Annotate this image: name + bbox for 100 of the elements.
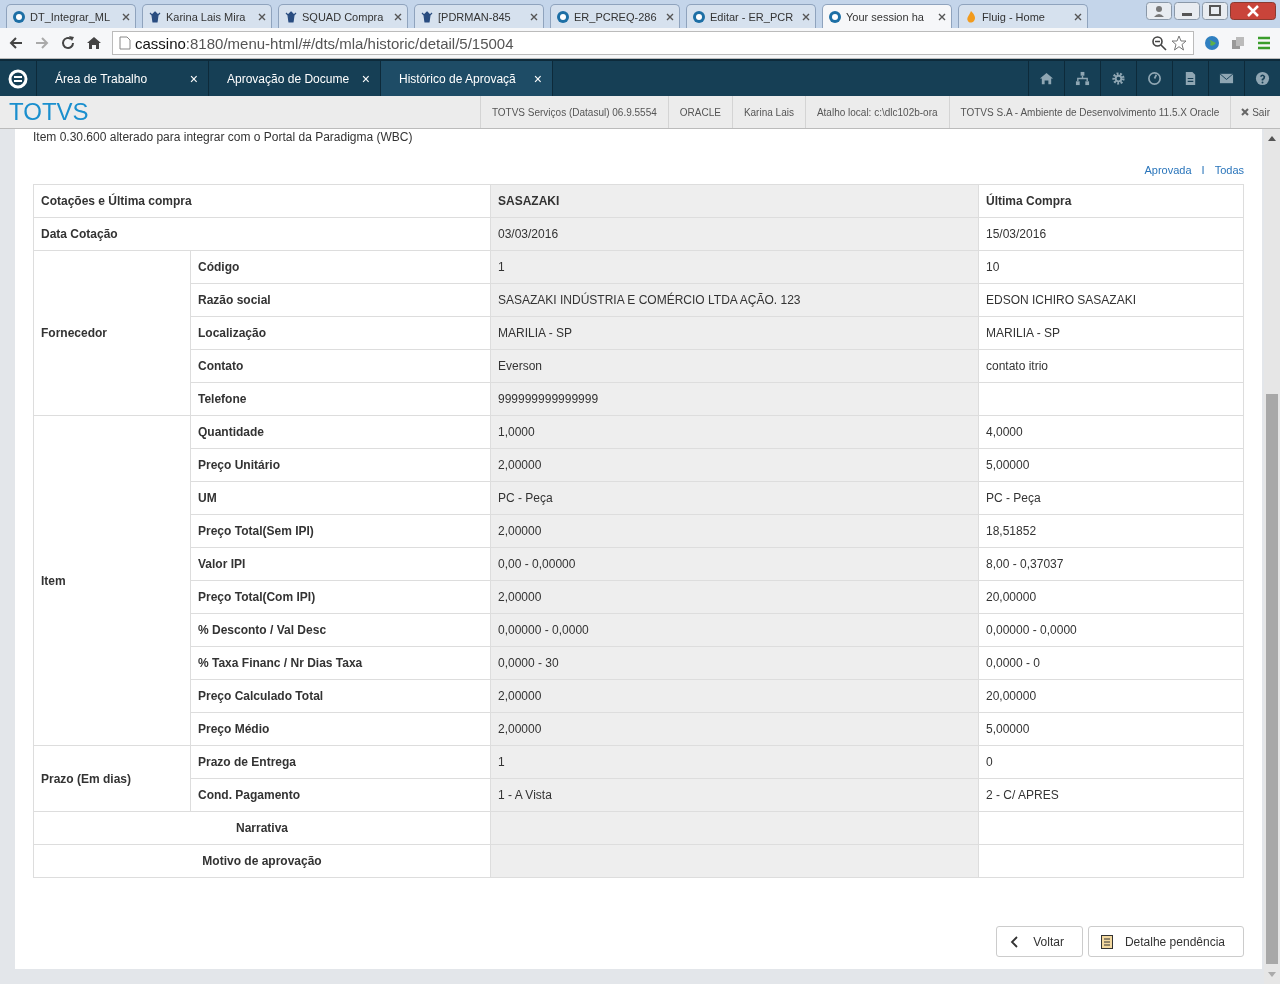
separator-text: I	[1201, 164, 1205, 176]
filter-link[interactable]: Todas	[1214, 164, 1244, 176]
table-cell: 1	[490, 745, 979, 779]
close-icon[interactable]	[1230, 2, 1276, 20]
extension-icon[interactable]	[1230, 35, 1246, 51]
table-cell: 999999999999999	[490, 382, 979, 416]
table-cell: contato itrio	[978, 349, 1244, 383]
list-icon	[1100, 934, 1113, 949]
minimize-icon[interactable]	[1174, 2, 1200, 20]
table-cell: 18,51852	[978, 514, 1244, 548]
table-cell: 2,00000	[490, 712, 979, 746]
browser-tab[interactable]: DT_Integrar_ML	[6, 4, 136, 28]
browser-tab[interactable]: [PDRMAN-845	[414, 4, 544, 28]
label-cell: Localização	[190, 316, 491, 350]
tab-title: Editar - ER_PCR	[710, 10, 795, 23]
info-item: TOTVS S.A - Ambiente de Desenvolvimento 11.5.X Oracle	[948, 96, 1231, 128]
browser-tab[interactable]: SQUAD Compra	[278, 4, 408, 28]
logo-icon	[8, 68, 28, 89]
back-icon[interactable]	[8, 35, 24, 51]
bug-icon	[284, 9, 298, 24]
table-cell: PC - Peça	[490, 481, 979, 515]
table-cell: 0,0000 - 0	[978, 646, 1244, 680]
clock-icon	[1147, 71, 1162, 86]
group-cell: Prazo (Em dias)	[33, 745, 191, 812]
close-button[interactable]: ×	[189, 70, 198, 87]
filter-link[interactable]: Aprovada	[1144, 164, 1192, 176]
logout-button[interactable]: Sair	[1230, 96, 1280, 128]
close-icon[interactable]	[258, 12, 266, 21]
label-cell: Razão social	[190, 283, 491, 317]
menu-icon[interactable]	[1256, 35, 1272, 51]
page-icon	[119, 36, 131, 50]
home-icon	[1039, 71, 1054, 86]
info-item: Atalho local: c:\dlc102b-ora	[804, 96, 949, 128]
browser-tab[interactable]: Karina Lais Mira	[142, 4, 272, 28]
tab-title: [PDRMAN-845	[438, 10, 512, 23]
label-cell: % Taxa Financ / Nr Dias Taxa	[190, 646, 491, 680]
detail-button[interactable]: Detalhe pendência	[1087, 926, 1244, 957]
browser-tab[interactable]: ER_PCREQ-286	[550, 4, 680, 28]
label-cell: Preço Médio	[190, 712, 491, 746]
bug-icon	[148, 9, 162, 24]
table-cell: 20,00000	[978, 580, 1244, 614]
label-cell: Preço Unitário	[190, 448, 491, 482]
table-cell: 0,00 - 0,00000	[490, 547, 979, 581]
tab-title: SQUAD Compra	[302, 10, 385, 23]
group-cell: Fornecedor	[33, 250, 191, 416]
flame-icon	[964, 9, 978, 24]
back-button[interactable]: Voltar	[996, 926, 1083, 957]
app-tab[interactable]: Histórico de Aprovaçã ×	[381, 61, 553, 96]
close-button[interactable]: ×	[533, 70, 542, 87]
label-cell: Telefone	[190, 382, 491, 416]
header-cell: Última Compra	[978, 184, 1244, 218]
close-icon	[1241, 108, 1250, 116]
mail-icon	[1219, 71, 1234, 86]
close-icon[interactable]	[122, 12, 130, 21]
browser-tab[interactable]: Fluig - Home	[958, 4, 1088, 28]
header-cell: SASAZAKI	[490, 184, 979, 218]
sitemap-icon	[1075, 71, 1090, 86]
address-field[interactable]: cassino:8180/menu-html/#/dts/mla/historic/detail/5/15004	[112, 31, 1194, 55]
scrollbar-thumb[interactable]	[1266, 394, 1278, 964]
browser-tab[interactable]: Editar - ER_PCR	[686, 4, 816, 28]
table-cell: 0	[978, 745, 1244, 779]
label-cell: Prazo de Entrega	[190, 745, 491, 779]
close-icon[interactable]	[1074, 12, 1082, 21]
close-button[interactable]: ×	[361, 70, 370, 87]
label-cell: UM	[190, 481, 491, 515]
label-cell: % Desconto / Val Desc	[190, 613, 491, 647]
home-icon[interactable]	[86, 35, 102, 51]
browser-tab[interactable]: Your session ha	[822, 4, 952, 28]
table-cell: 20,00000	[978, 679, 1244, 713]
close-icon[interactable]	[530, 12, 538, 21]
zoom-icon[interactable]	[1151, 35, 1167, 51]
info-item: Karina Lais	[731, 96, 805, 128]
user-icon[interactable]	[1146, 2, 1172, 20]
tab-label: Aprovação de Docume	[227, 71, 351, 86]
close-icon[interactable]	[938, 12, 946, 21]
table-cell: 15/03/2016	[978, 217, 1244, 251]
label-cell: Contato	[190, 349, 491, 383]
info-item: ORACLE	[667, 96, 732, 128]
tab-title: Your session ha	[846, 10, 925, 23]
table-cell: 0,00000 - 0,0000	[978, 613, 1244, 647]
tab-title: Karina Lais Mira	[166, 10, 247, 23]
close-icon[interactable]	[394, 12, 402, 21]
table-cell: 1 - A Vista	[490, 778, 979, 812]
scroll-up-icon[interactable]	[1267, 135, 1277, 141]
label-cell: Data Cotação	[33, 217, 491, 251]
maximize-icon[interactable]	[1202, 2, 1228, 20]
table-cell: 1,0000	[490, 415, 979, 449]
star-icon[interactable]	[1171, 35, 1187, 51]
help-icon	[1255, 71, 1270, 86]
header-cell: Cotações e Última compra	[33, 184, 491, 218]
reload-icon[interactable]	[60, 35, 76, 51]
settings-icon	[1111, 71, 1126, 86]
info-item: TOTVS Serviços (Datasul) 06.9.5554	[479, 96, 668, 128]
label-cell: Cond. Pagamento	[190, 778, 491, 812]
table-cell: MARILIA - SP	[978, 316, 1244, 350]
table-cell: MARILIA - SP	[490, 316, 979, 350]
close-icon[interactable]	[802, 12, 810, 21]
table-cell: 0,00000 - 0,0000	[490, 613, 979, 647]
close-icon[interactable]	[666, 12, 674, 21]
table-cell: PC - Peça	[978, 481, 1244, 515]
